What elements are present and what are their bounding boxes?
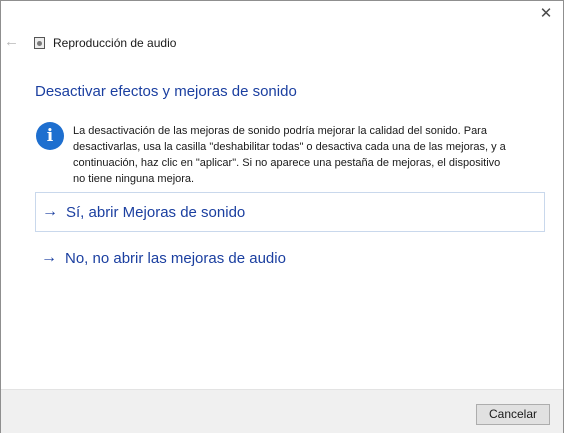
cancel-button[interactable]: Cancelar	[476, 404, 550, 425]
dont-open-enhancements-link[interactable]: → No, no abrir las mejoras de audio	[35, 238, 545, 278]
info-icon: i	[36, 122, 64, 150]
audio-device-icon	[34, 37, 45, 49]
open-sound-enhancements-link[interactable]: → Sí, abrir Mejoras de sonido	[35, 192, 545, 232]
info-message-line: no tiene ninguna mejora.	[73, 173, 195, 185]
info-message-line: La desactivación de las mejoras de sonid…	[73, 125, 487, 137]
option-label: No, no abrir las mejoras de audio	[65, 249, 286, 267]
info-message: La desactivación de las mejoras de sonid…	[73, 123, 543, 187]
close-icon[interactable]: ✕	[535, 3, 557, 25]
option-label: Sí, abrir Mejoras de sonido	[66, 203, 246, 221]
page-heading: Desactivar efectos y mejoras de sonido	[35, 83, 297, 100]
title-bar: ✕	[1, 1, 563, 31]
info-message-line: continuación, haz clic en "aplicar". Si …	[73, 157, 501, 169]
info-message-line: desactivarlas, usa la casilla "deshabili…	[73, 141, 506, 153]
back-arrow-icon[interactable]: ←	[4, 33, 20, 51]
arrow-right-icon: →	[41, 249, 57, 266]
app-title: Reproducción de audio	[53, 36, 177, 50]
dialog-window: ✕ ← Reproducción de audio Desactivar efe…	[0, 0, 564, 433]
arrow-right-icon: →	[42, 203, 58, 220]
